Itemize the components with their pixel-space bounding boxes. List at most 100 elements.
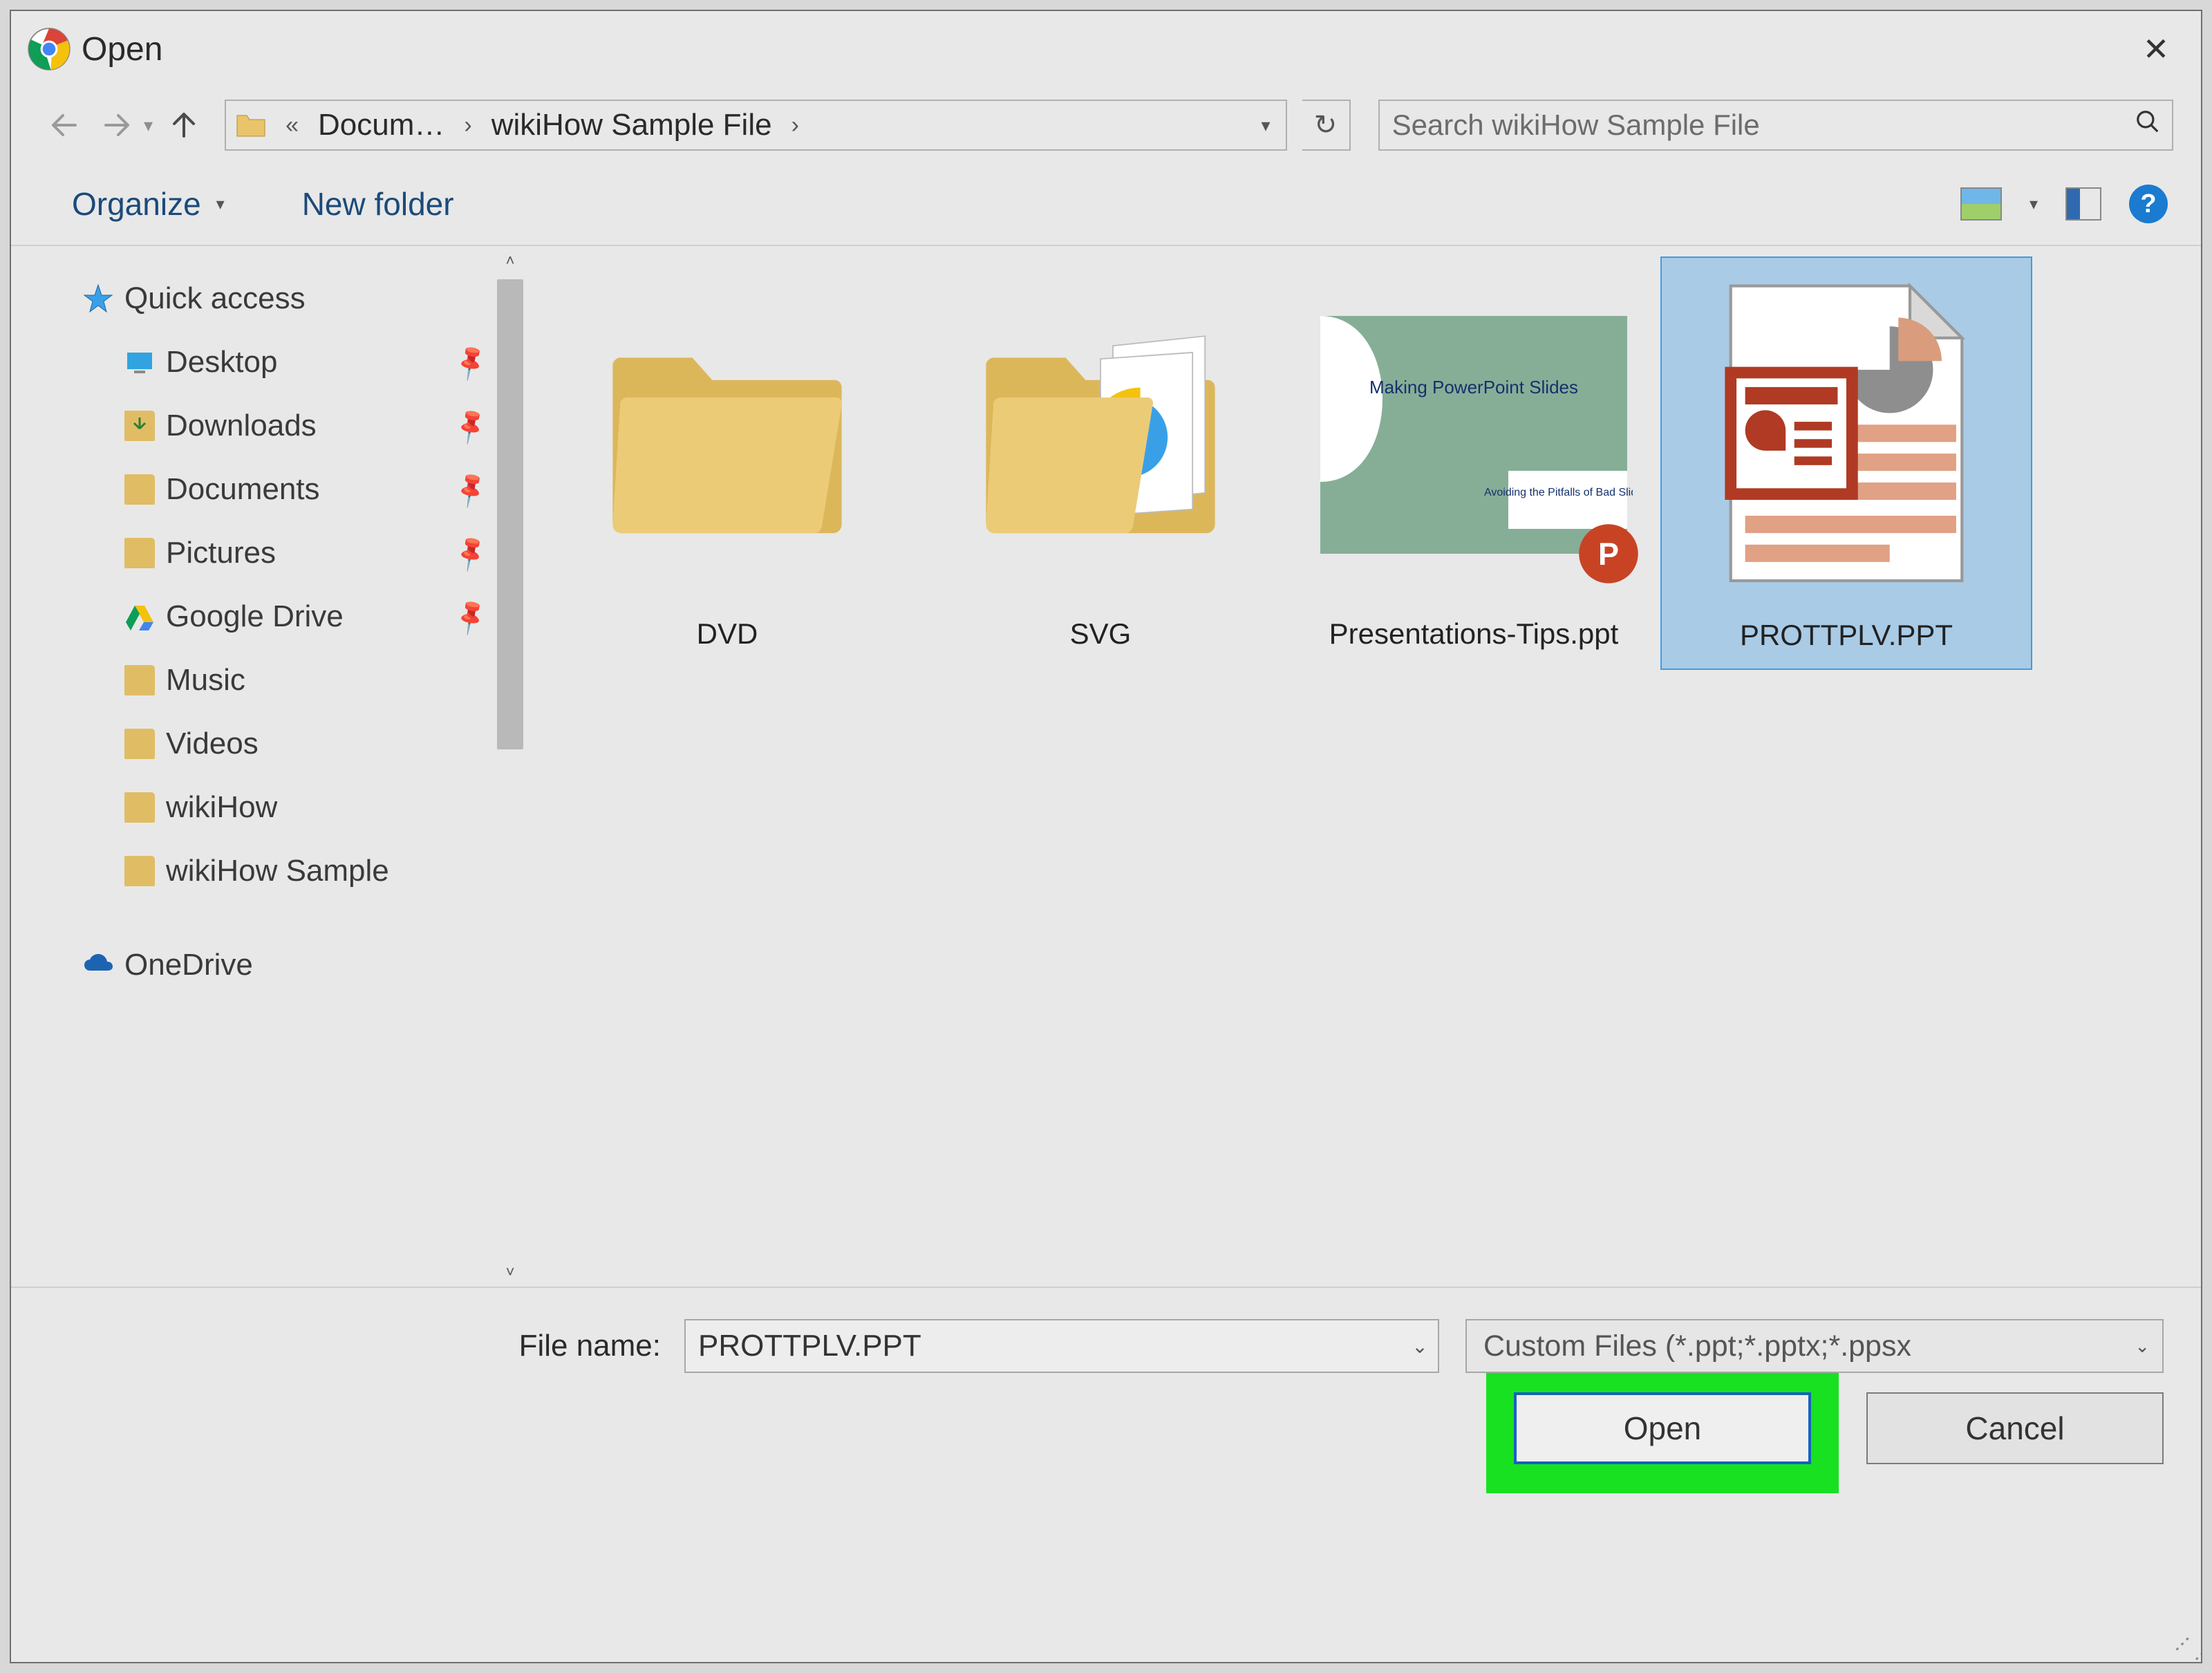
powerpoint-badge-icon: P [1577,523,1640,585]
history-dropdown-icon[interactable]: ▾ [144,115,153,136]
ppt-file-icon [1701,277,1991,595]
cancel-button[interactable]: Cancel [1866,1392,2164,1464]
navigation-sidebar: Quick access Desktop 📌 Downloads 📌 Docum… [11,246,525,1287]
pin-icon: 📌 [450,342,492,383]
footer-panel: File name: ⌄ Custom Files (*.ppt;*.pptx;… [11,1288,2201,1582]
file-item-label: PROTTPLV.PPT [1737,607,1956,669]
sidebar-item-videos[interactable]: Videos [11,712,525,776]
refresh-icon: ↻ [1314,109,1338,141]
organize-menu[interactable]: Organize [72,185,201,223]
search-input[interactable] [1391,108,2128,142]
pin-icon: 📌 [450,405,492,447]
sidebar-item-quick-access[interactable]: Quick access [11,267,525,330]
onedrive-icon [83,950,113,980]
scroll-down-icon[interactable]: ˅ [495,1258,525,1287]
pictures-icon [124,538,155,568]
chevron-down-icon[interactable]: ▾ [2030,194,2038,214]
breadcrumb-separator-icon: › [450,112,485,139]
navigation-bar: ▾ « Docum… › wikiHow Sample File › ▾ ↻ [11,87,2201,163]
file-item-label: Presentations-Tips.ppt [1327,606,1622,667]
svg-text:Making PowerPoint Slides: Making PowerPoint Slides [1369,377,1578,398]
view-preview-pane-button[interactable] [2065,187,2101,221]
scroll-up-icon[interactable]: ˄ [495,246,525,275]
quick-access-icon [83,283,113,314]
button-label: Cancel [1965,1410,2064,1447]
sidebar-item-label: Downloads [166,409,317,443]
back-button[interactable] [46,106,83,144]
desktop-icon [124,347,155,377]
pin-icon: 📌 [450,532,492,574]
sidebar-item-label: wikiHow [166,790,277,825]
arrow-up-icon [167,109,200,142]
folder-icon [236,111,266,139]
svg-text:P: P [1598,536,1619,572]
close-icon: ✕ [2143,30,2170,68]
title-bar: Open ✕ [11,11,2201,87]
open-file-dialog: Open ✕ ▾ « Docum… › wikiHow Sample File … [10,10,2202,1663]
sidebar-item-label: Google Drive [166,599,344,634]
filename-input[interactable] [684,1319,1439,1373]
downloads-icon [124,411,155,441]
help-button[interactable]: ? [2129,185,2168,223]
sidebar-item-label: Documents [166,472,320,507]
close-button[interactable]: ✕ [2118,11,2194,87]
sidebar-item-music[interactable]: Music [11,648,525,712]
file-list[interactable]: DVD SVG [525,246,2201,1287]
chevron-down-icon: ⌄ [2135,1336,2150,1357]
arrow-right-icon [100,109,133,142]
file-item-folder-dvd[interactable]: DVD [541,256,914,670]
sidebar-item-onedrive[interactable]: OneDrive [11,933,525,997]
breadcrumb-ellipsis[interactable]: « [272,112,312,139]
folder-large-icon [603,321,852,549]
file-item-presentations-tips[interactable]: Making PowerPoint Slides Avoiding the Pi… [1287,256,1660,670]
resize-grip-icon[interactable]: ⋮⋮ [2167,1628,2200,1661]
sidebar-item-downloads[interactable]: Downloads 📌 [11,394,525,458]
breadcrumb-segment[interactable]: wikiHow Sample File [491,108,772,142]
sidebar-item-label: wikiHow Sample [166,854,389,888]
pin-icon: 📌 [450,596,492,637]
sidebar-item-pictures[interactable]: Pictures 📌 [11,521,525,585]
sidebar-item-wikihow-sample[interactable]: wikiHow Sample [11,839,525,903]
search-box[interactable] [1378,100,2173,151]
sidebar-item-label: Quick access [124,281,306,316]
filetype-select[interactable]: Custom Files (*.ppt;*.pptx;*.ppsx ⌄ [1465,1319,2164,1373]
button-label: Open [1624,1410,1702,1447]
open-button[interactable]: Open [1514,1392,1811,1464]
svg-text:Avoiding the Pitfalls of Bad S: Avoiding the Pitfalls of Bad Slides [1484,487,1633,498]
view-thumbnails-button[interactable] [1960,187,2002,221]
sidebar-scrollbar[interactable]: ˄ ˅ [495,246,525,1287]
videos-icon [124,729,155,759]
sidebar-item-google-drive[interactable]: Google Drive 📌 [11,585,525,648]
address-bar[interactable]: « Docum… › wikiHow Sample File › ▾ [225,100,1287,151]
address-dropdown-icon[interactable]: ▾ [1256,115,1276,136]
file-item-label: SVG [1067,606,1134,667]
sidebar-item-label: OneDrive [124,948,253,982]
file-item-prottplv[interactable]: PROTTPLV.PPT [1660,256,2032,670]
help-icon: ? [2140,189,2156,219]
ppt-thumbnail-icon: Making PowerPoint Slides Avoiding the Pi… [1315,310,1633,559]
arrow-left-icon [48,109,81,142]
content-area: Quick access Desktop 📌 Downloads 📌 Docum… [11,246,2201,1288]
folder-icon [124,792,155,823]
sidebar-item-wikihow[interactable]: wikiHow [11,776,525,839]
breadcrumb-segment[interactable]: Docum… [318,108,444,142]
sidebar-item-label: Videos [166,727,259,761]
scrollbar-thumb[interactable] [497,279,523,749]
sidebar-item-label: Pictures [166,536,276,570]
refresh-button[interactable]: ↻ [1302,100,1351,151]
google-drive-icon [124,601,155,632]
up-button[interactable] [165,106,203,144]
sidebar-item-documents[interactable]: Documents 📌 [11,458,525,521]
command-bar: Organize ▾ New folder ▾ ? [11,163,2201,246]
breadcrumb-separator-icon: › [778,112,813,139]
sidebar-item-label: Music [166,663,245,698]
sidebar-item-desktop[interactable]: Desktop 📌 [11,330,525,394]
file-item-label: DVD [694,606,761,667]
filename-label: File name: [48,1329,684,1363]
new-folder-button[interactable]: New folder [302,185,454,223]
file-item-folder-svg[interactable]: SVG [914,256,1287,670]
folder-icon [124,856,155,886]
chevron-down-icon[interactable]: ▾ [216,194,225,214]
search-icon[interactable] [2128,109,2161,142]
forward-button[interactable] [98,106,135,144]
